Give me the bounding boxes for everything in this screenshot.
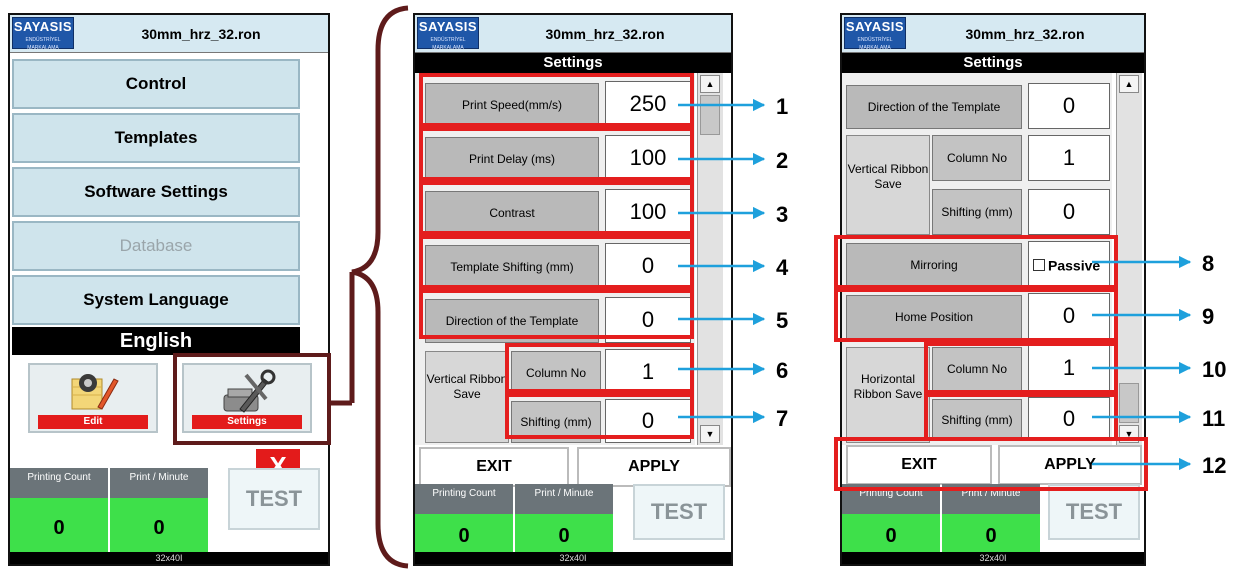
callout-3: 3: [776, 202, 789, 227]
callout-11: 11: [1202, 406, 1226, 431]
callout-9: 9: [1202, 304, 1215, 329]
callout-12: 12: [1202, 453, 1227, 478]
callout-overlay: [331, 5, 1192, 569]
callout-6: 6: [776, 358, 789, 383]
callout-2: 2: [776, 148, 789, 173]
callout-1: 1: [776, 94, 789, 119]
bracket-line: [351, 5, 409, 569]
callout-4: 4: [776, 255, 789, 280]
callout-10: 10: [1202, 357, 1227, 382]
callout-5: 5: [776, 308, 789, 333]
callout-8: 8: [1202, 251, 1215, 276]
callout-7: 7: [776, 406, 789, 431]
